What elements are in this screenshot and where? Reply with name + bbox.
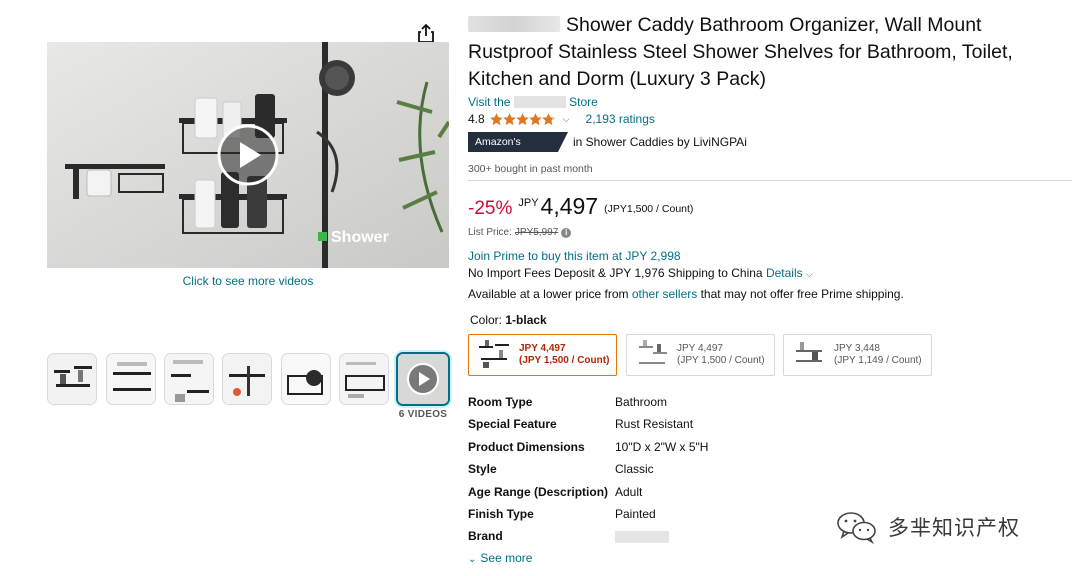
divider bbox=[468, 180, 1072, 181]
video-overlay-text: Shower bbox=[331, 229, 389, 246]
price-currency: JPY bbox=[518, 197, 539, 209]
ratings-count-link[interactable]: 2,193 ratings bbox=[586, 112, 655, 126]
main-video-player[interactable]: Shower bbox=[47, 42, 449, 268]
star-icon bbox=[502, 112, 516, 125]
star-icon bbox=[515, 112, 529, 125]
lower-price-notice: Available at a lower price from other se… bbox=[468, 287, 904, 301]
amazons-choice-badge: Amazon's Choice bbox=[468, 132, 568, 152]
chevron-down-icon[interactable]: ⌵ bbox=[563, 114, 570, 125]
star-icon bbox=[528, 112, 542, 125]
unit-price: (JPY1,500 / Count) bbox=[604, 203, 694, 215]
thumbnail-video[interactable] bbox=[396, 352, 450, 406]
color-variant-2[interactable]: JPY 4,497 (JPY 1,500 / Count) bbox=[626, 334, 775, 376]
product-title: Shower Caddy Bathroom Organizer, Wall Mo… bbox=[468, 14, 1013, 90]
variant-image bbox=[796, 342, 822, 362]
bought-count: 300+ bought in past month bbox=[468, 163, 593, 175]
video-caption-link[interactable]: Click to see more videos bbox=[47, 274, 449, 288]
choice-category-text[interactable]: in Shower Caddies by LiviNGPAi bbox=[573, 135, 747, 149]
brand-redacted bbox=[468, 16, 560, 32]
discount-percent: -25% bbox=[468, 198, 513, 219]
shipping-info: No Import Fees Deposit & JPY 1,976 Shipp… bbox=[468, 266, 813, 280]
watermark: 多芈知识产权 bbox=[836, 510, 1020, 544]
wechat-logo-icon bbox=[837, 512, 876, 544]
amazons-choice-row: Amazon's Choice in Shower Caddies by Liv… bbox=[468, 132, 747, 152]
variant-image bbox=[479, 340, 509, 368]
thumbnail-1[interactable] bbox=[47, 353, 97, 405]
videos-count-label[interactable]: 6 VIDEOS bbox=[393, 409, 453, 420]
store-link[interactable]: Visit the Store bbox=[468, 95, 598, 109]
thumbnail-3[interactable] bbox=[164, 353, 214, 405]
see-more-link[interactable]: ⌄ See more bbox=[468, 551, 532, 565]
list-price: List Price: JPY5,997 i bbox=[468, 227, 572, 238]
thumbnail-6[interactable] bbox=[339, 353, 389, 405]
star-icon bbox=[541, 112, 555, 125]
chevron-down-icon: ⌄ bbox=[468, 554, 477, 565]
other-sellers-link[interactable]: other sellers bbox=[632, 287, 697, 301]
variant-image bbox=[639, 340, 667, 364]
rating-row: 4.8 ⌵ 2,193 ratings bbox=[468, 111, 655, 127]
price-amount: 4,497 bbox=[540, 193, 599, 219]
rating-value: 4.8 bbox=[468, 112, 485, 126]
info-icon[interactable]: i bbox=[561, 227, 572, 238]
star-icon bbox=[489, 112, 503, 125]
color-selector-label: Color: 1-black bbox=[470, 313, 547, 327]
color-variant-1[interactable]: JPY 4,497 (JPY 1,500 / Count) bbox=[468, 334, 617, 376]
thumbnail-5[interactable] bbox=[281, 353, 331, 405]
price-row: -25% JPY 4,497 (JPY1,500 / Count) bbox=[468, 193, 693, 220]
chevron-down-icon[interactable]: ⌵ bbox=[806, 269, 813, 279]
shipping-details-link[interactable]: Details bbox=[766, 266, 803, 280]
color-variant-3[interactable]: JPY 3,448 (JPY 1,149 / Count) bbox=[783, 334, 932, 376]
brand-value-redacted bbox=[615, 531, 669, 543]
thumbnail-4[interactable] bbox=[222, 353, 272, 405]
thumbnail-strip: 6 VIDEOS bbox=[47, 352, 453, 423]
thumbnail-2[interactable] bbox=[106, 353, 156, 405]
star-rating[interactable] bbox=[489, 112, 555, 126]
prime-offer-link[interactable]: Join Prime to buy this item at JPY 2,998 bbox=[468, 249, 681, 263]
